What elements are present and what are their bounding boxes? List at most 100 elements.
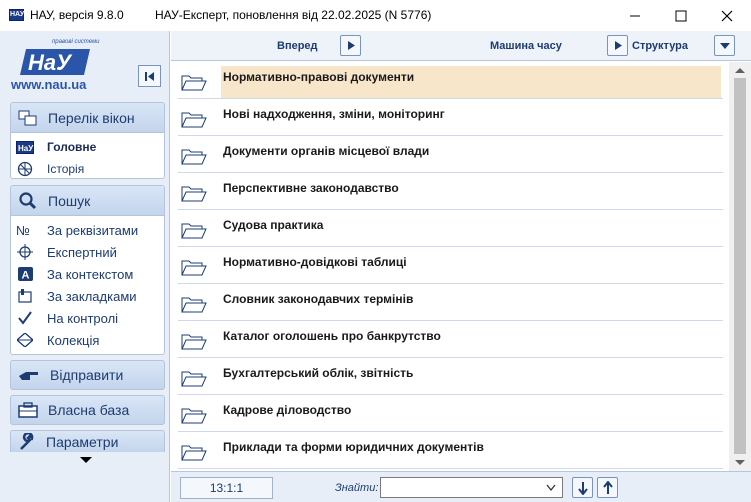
find-label: Знайти: bbox=[335, 482, 379, 494]
play-right-icon bbox=[614, 41, 622, 50]
pointing-hand-icon bbox=[19, 372, 38, 380]
list-item[interactable]: Словник законодавчих термінів bbox=[171, 284, 729, 321]
own-base-button-label: Власна база bbox=[48, 402, 130, 418]
sidebar-item-label: Історія bbox=[47, 162, 85, 176]
maximize-icon bbox=[675, 10, 687, 21]
search-header-label: Пошук bbox=[48, 192, 91, 209]
list-item[interactable]: Нові надходження, зміни, моніторинг bbox=[171, 99, 729, 136]
close-button[interactable] bbox=[704, 0, 750, 31]
document-title: НАУ-Експерт, поновлення від 22.02.2025 (… bbox=[155, 8, 432, 22]
arrow-up-icon bbox=[602, 480, 613, 494]
list-item[interactable]: Перспективне законодавство bbox=[171, 173, 729, 210]
app-title: НАУ, версія 9.8.0 bbox=[30, 8, 124, 22]
status-bar: 13:1:1 Знайти: bbox=[171, 471, 751, 502]
sidebar-item-collection[interactable]: Колекція bbox=[11, 329, 164, 351]
list-item[interactable]: Кадрове діловодство bbox=[171, 395, 729, 432]
folder-icon bbox=[181, 331, 207, 351]
list-item[interactable]: Каталог оголошень про банкрутство bbox=[171, 321, 729, 358]
checkmark-icon bbox=[16, 310, 34, 326]
minimize-button[interactable] bbox=[612, 0, 658, 31]
time-machine-button[interactable] bbox=[607, 35, 628, 56]
send-button[interactable]: Відправити bbox=[10, 360, 165, 390]
list-item-label: Судова практика bbox=[223, 218, 324, 232]
list-item[interactable]: Документи органів місцевої влади bbox=[171, 136, 729, 173]
find-previous-button[interactable] bbox=[597, 477, 618, 498]
logo[interactable]: правові системи НаУ www.nau.ua bbox=[10, 37, 105, 93]
folder-icon bbox=[181, 183, 207, 203]
title-bar: НАУ НАУ, версія 9.8.0 НАУ-Експерт, понов… bbox=[0, 0, 751, 31]
folder-icon bbox=[181, 294, 207, 314]
sidebar-item-by-context[interactable]: A За контекстом bbox=[11, 263, 164, 285]
sidebar-item-on-control[interactable]: На контролі bbox=[11, 307, 164, 329]
forward-label: Вперед bbox=[277, 40, 318, 52]
logo-url: www.nau.ua bbox=[11, 77, 87, 92]
list-item-label: Приклади та форми юридичних документів bbox=[223, 440, 484, 454]
arrow-down-icon bbox=[577, 481, 588, 495]
app-icon: НАУ bbox=[9, 9, 24, 21]
sidebar-item-label: На контролі bbox=[47, 310, 119, 326]
top-toolbar: Вперед Машина часу Структура bbox=[171, 31, 751, 61]
wrench-icon bbox=[20, 432, 34, 450]
left-panel: правові системи НаУ www.nau.ua Перелік в… bbox=[0, 31, 170, 502]
find-combobox[interactable] bbox=[380, 477, 563, 498]
scroll-up-arrow-icon[interactable] bbox=[735, 68, 745, 73]
search-header[interactable]: Пошук bbox=[11, 186, 164, 216]
position-indicator: 13:1:1 bbox=[180, 477, 273, 499]
number-sign-icon: № bbox=[16, 222, 34, 238]
windows-header[interactable]: Перелік вікон bbox=[11, 103, 164, 133]
list-item[interactable]: Судова практика bbox=[171, 210, 729, 247]
folder-icon bbox=[181, 109, 207, 129]
scrollbar-thumb[interactable] bbox=[734, 78, 746, 454]
chevron-down-icon bbox=[546, 484, 556, 492]
folder-icon bbox=[181, 442, 207, 462]
parameters-button[interactable]: Параметри bbox=[10, 430, 165, 452]
list-item-label: Нові надходження, зміни, моніторинг bbox=[223, 107, 445, 121]
folder-icon bbox=[181, 220, 207, 240]
sidebar-item-expert[interactable]: Експертний bbox=[11, 241, 164, 263]
own-base-button[interactable]: Власна база bbox=[10, 395, 165, 425]
svg-text:№: № bbox=[16, 223, 30, 237]
list-item-label: Перспективне законодавство bbox=[223, 181, 399, 195]
list-item[interactable]: Бухгалтерський облік, звітність bbox=[171, 358, 729, 395]
folder-icon bbox=[181, 368, 207, 388]
structure-label[interactable]: Структура bbox=[632, 40, 688, 52]
sidebar-item-by-requisites[interactable]: № За реквізитами bbox=[11, 219, 164, 241]
list-item-label: Кадрове діловодство bbox=[223, 403, 352, 417]
triangle-down-icon bbox=[719, 42, 730, 49]
sidebar-item-history[interactable]: Історія bbox=[11, 158, 164, 178]
list-item[interactable]: Приклади та форми юридичних документів bbox=[171, 432, 729, 469]
list-item[interactable]: Нормативно-правові документи bbox=[171, 62, 729, 99]
svg-text:НаУ: НаУ bbox=[18, 144, 34, 153]
list-item[interactable]: Нормативно-довідкові таблиці bbox=[171, 247, 729, 284]
parameters-button-label: Параметри bbox=[46, 433, 119, 450]
sidebar-item-by-bookmarks[interactable]: За закладками bbox=[11, 285, 164, 307]
vertical-scrollbar[interactable] bbox=[729, 62, 751, 471]
close-icon bbox=[721, 10, 733, 21]
scroll-down-arrow-icon[interactable] bbox=[735, 460, 745, 465]
crosshair-icon bbox=[16, 244, 34, 260]
svg-text:A: A bbox=[21, 270, 29, 282]
find-next-button[interactable] bbox=[572, 477, 593, 498]
sidebar-item-label: Експертний bbox=[47, 244, 117, 260]
document-list: Нормативно-правові документи Нові надходж… bbox=[171, 62, 729, 471]
scroll-down-icon[interactable] bbox=[80, 457, 92, 463]
collapse-panel-button[interactable] bbox=[138, 65, 161, 87]
letter-a-icon: A bbox=[16, 266, 34, 282]
windows-header-label: Перелік вікон bbox=[48, 109, 135, 126]
structure-dropdown-button[interactable] bbox=[714, 35, 735, 56]
list-item-label: Словник законодавчих термінів bbox=[223, 292, 414, 306]
time-machine-label: Машина часу bbox=[490, 40, 562, 52]
svg-text:НаУ: НаУ bbox=[28, 50, 73, 75]
sidebar-item-main[interactable]: НаУ Головне bbox=[11, 136, 164, 158]
sidebar-item-label: За закладками bbox=[47, 288, 137, 304]
nau-home-icon: НаУ bbox=[16, 139, 34, 155]
maximize-button[interactable] bbox=[658, 0, 704, 31]
diamond-icon bbox=[16, 332, 34, 348]
briefcase-icon bbox=[18, 402, 38, 418]
list-item-label: Бухгалтерський облік, звітність bbox=[223, 366, 414, 380]
sidebar-item-label: За контекстом bbox=[47, 266, 134, 282]
search-icon bbox=[19, 191, 37, 209]
list-item-label: Нормативно-правові документи bbox=[223, 70, 415, 84]
forward-button[interactable] bbox=[340, 35, 361, 56]
windows-section: Перелік вікон НаУ Головне Історія bbox=[10, 102, 165, 179]
